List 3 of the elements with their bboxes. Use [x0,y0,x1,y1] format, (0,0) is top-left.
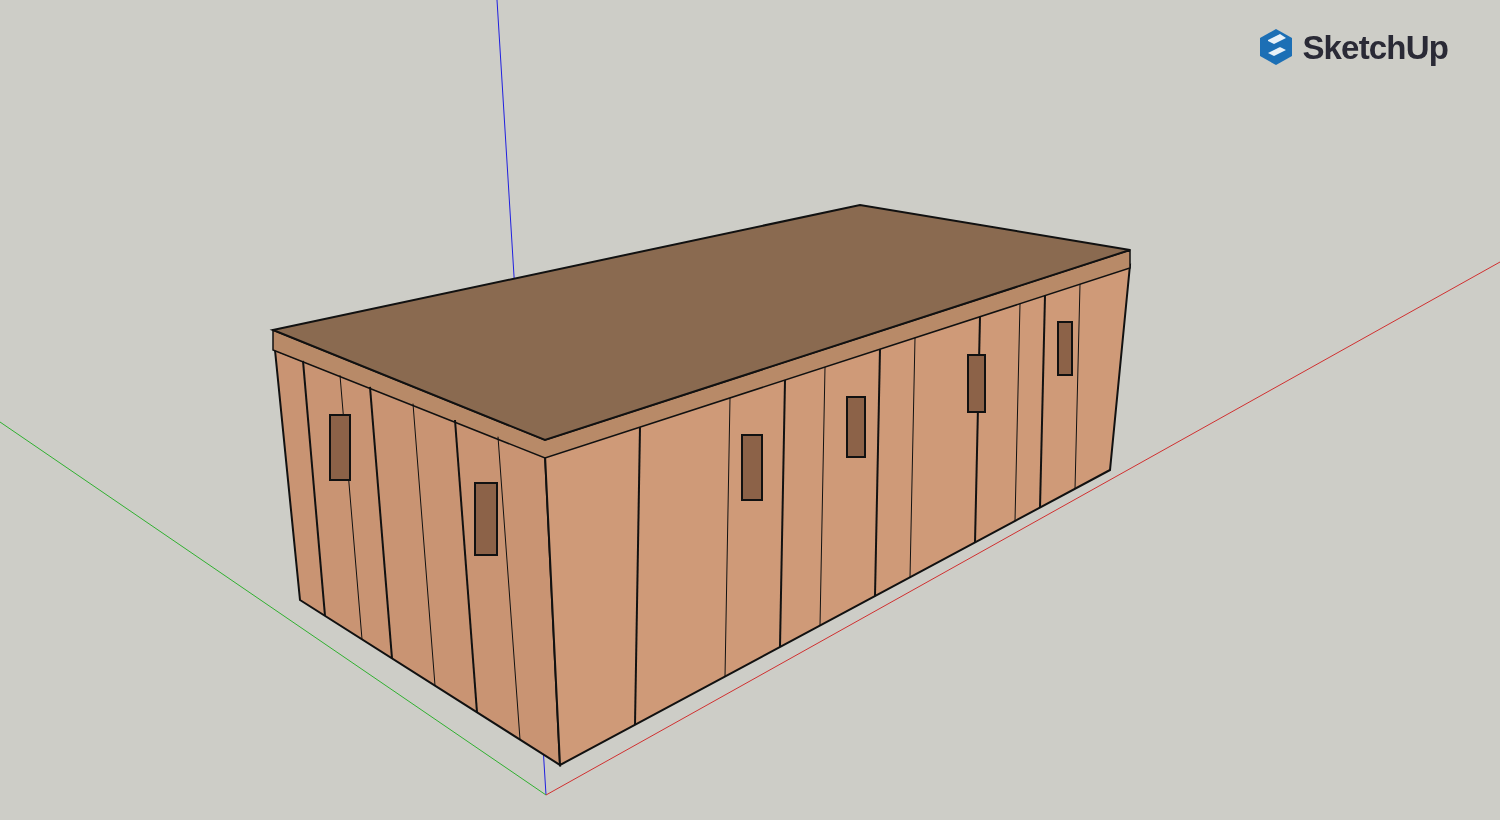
model-viewport[interactable]: SketchUp [0,0,1500,820]
logo-text: SketchUp [1302,30,1448,64]
logo-icon [1258,28,1295,66]
